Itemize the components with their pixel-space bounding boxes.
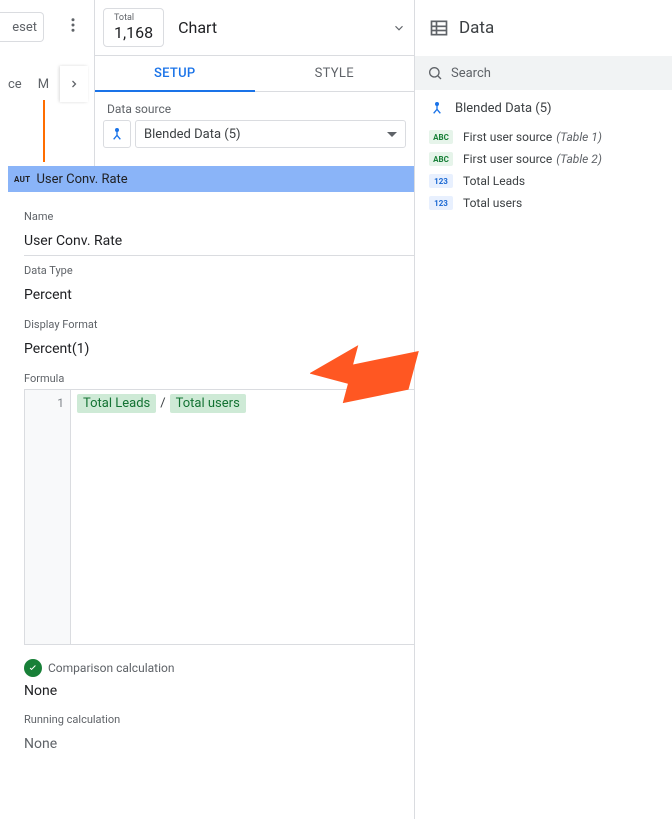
field-suffix: (Table 1) xyxy=(556,130,602,144)
data-header-label: Data xyxy=(459,18,494,38)
data-type-value: Percent xyxy=(24,287,72,303)
type-pill-icon: ABC xyxy=(429,152,453,166)
field-chip-label: User Conv. Rate xyxy=(36,172,127,187)
bg-tab-2[interactable]: M xyxy=(30,77,57,92)
check-circle-icon xyxy=(24,659,42,677)
formula-token-left: Total Leads xyxy=(77,394,156,413)
data-panel-header: Data xyxy=(415,0,672,56)
search-icon xyxy=(427,65,443,81)
blended-source-label: Blended Data (5) xyxy=(455,101,552,116)
reset-button[interactable]: eset xyxy=(0,12,44,42)
tab-style[interactable]: STYLE xyxy=(255,56,415,91)
blend-icon[interactable] xyxy=(103,120,131,148)
more-options-button[interactable] xyxy=(58,10,88,40)
data-panel: Data Search Blended Data (5) ABC First us… xyxy=(414,0,672,819)
chevron-right-icon xyxy=(68,78,80,90)
chart-type-selector[interactable]: Chart xyxy=(172,18,392,37)
comparison-value: None xyxy=(24,683,57,699)
data-icon xyxy=(429,18,449,38)
more-vert-icon xyxy=(64,16,82,34)
search-input[interactable]: Search xyxy=(415,56,672,90)
field-suffix: (Table 2) xyxy=(556,152,602,166)
tab-scroll-right[interactable] xyxy=(60,66,88,102)
formula-token-right: Total users xyxy=(170,394,246,413)
caret-down-icon xyxy=(387,132,397,137)
blend-icon xyxy=(429,100,445,116)
total-label: Total xyxy=(114,13,153,23)
decorative-line xyxy=(43,100,45,162)
tab-setup[interactable]: SETUP xyxy=(95,56,255,91)
field-row[interactable]: 123 Total Leads xyxy=(415,170,672,192)
field-row[interactable]: ABC First user source (Table 1) xyxy=(415,126,672,148)
field-row[interactable]: ABC First user source (Table 2) xyxy=(415,148,672,170)
bg-tab-1[interactable]: ce xyxy=(0,77,30,92)
search-placeholder: Search xyxy=(451,66,491,81)
total-value: 1,168 xyxy=(114,23,153,42)
chevron-down-icon xyxy=(392,21,406,35)
field-name: First user source xyxy=(463,130,552,144)
field-type-badge: AUT xyxy=(14,175,30,184)
formula-operator: / xyxy=(160,396,165,411)
running-value: None xyxy=(24,736,57,752)
scorecard-total[interactable]: Total 1,168 xyxy=(103,8,164,47)
type-pill-icon: 123 xyxy=(429,174,453,188)
reset-label: eset xyxy=(12,20,37,35)
line-gutter: 1 xyxy=(25,390,71,644)
type-pill-icon: 123 xyxy=(429,196,453,210)
field-name: First user source xyxy=(463,152,552,166)
field-row[interactable]: 123 Total users xyxy=(415,192,672,214)
display-format-value: Percent(1) xyxy=(24,341,89,357)
data-source-select[interactable]: Blended Data (5) xyxy=(135,120,406,148)
type-pill-icon: ABC xyxy=(429,130,453,144)
data-source-value: Blended Data (5) xyxy=(144,127,241,142)
data-source-label: Data source xyxy=(95,92,414,120)
blended-source-row[interactable]: Blended Data (5) xyxy=(415,90,672,126)
comparison-label: Comparison calculation xyxy=(48,661,174,675)
field-name: Total users xyxy=(463,196,522,210)
field-name: Total Leads xyxy=(463,174,525,188)
